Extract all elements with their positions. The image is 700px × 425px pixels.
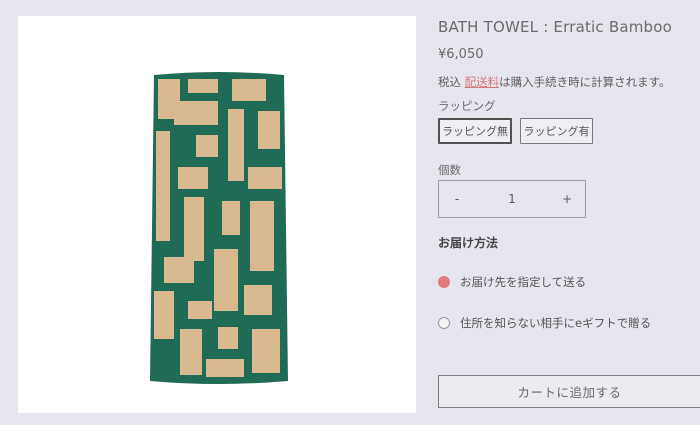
radio-checked-icon[interactable]	[438, 276, 450, 288]
wrapping-label: ラッピング	[438, 99, 496, 113]
quantity-input[interactable]: 1	[475, 192, 549, 206]
delivery-option-label: 住所を知らない相手にeギフトで贈る	[460, 316, 652, 330]
wrapping-none-button[interactable]: ラッピング無	[438, 118, 512, 144]
radio-unchecked-icon[interactable]	[438, 317, 450, 329]
delivery-option-egift[interactable]: 住所を知らない相手にeギフトで贈る	[438, 315, 651, 331]
delivery-method-title: お届け方法	[438, 236, 499, 250]
delivery-option-label: お届け先を指定して送る	[460, 275, 587, 289]
tax-prefix: 税込	[438, 75, 461, 89]
product-price: ¥6,050	[438, 47, 484, 62]
wrapping-yes-button[interactable]: ラッピング有	[520, 118, 593, 144]
shipping-link[interactable]: 配送料	[465, 75, 500, 89]
delivery-option-address[interactable]: お届け先を指定して送る	[438, 274, 586, 290]
quantity-decrease-button[interactable]: -	[439, 192, 475, 206]
quantity-increase-button[interactable]: +	[549, 192, 585, 206]
quantity-stepper: - 1 +	[438, 180, 586, 218]
tax-note: 税込 配送料は購入手続き時に計算されます。	[438, 74, 671, 90]
product-image-panel	[18, 16, 416, 413]
quantity-label: 個数	[438, 163, 461, 177]
add-to-cart-button[interactable]: カートに追加する	[438, 375, 700, 408]
towel-image	[150, 72, 288, 384]
tax-suffix: は購入手続き時に計算されます。	[499, 75, 671, 89]
product-title: BATH TOWEL : Erratic Bamboo	[438, 18, 672, 36]
